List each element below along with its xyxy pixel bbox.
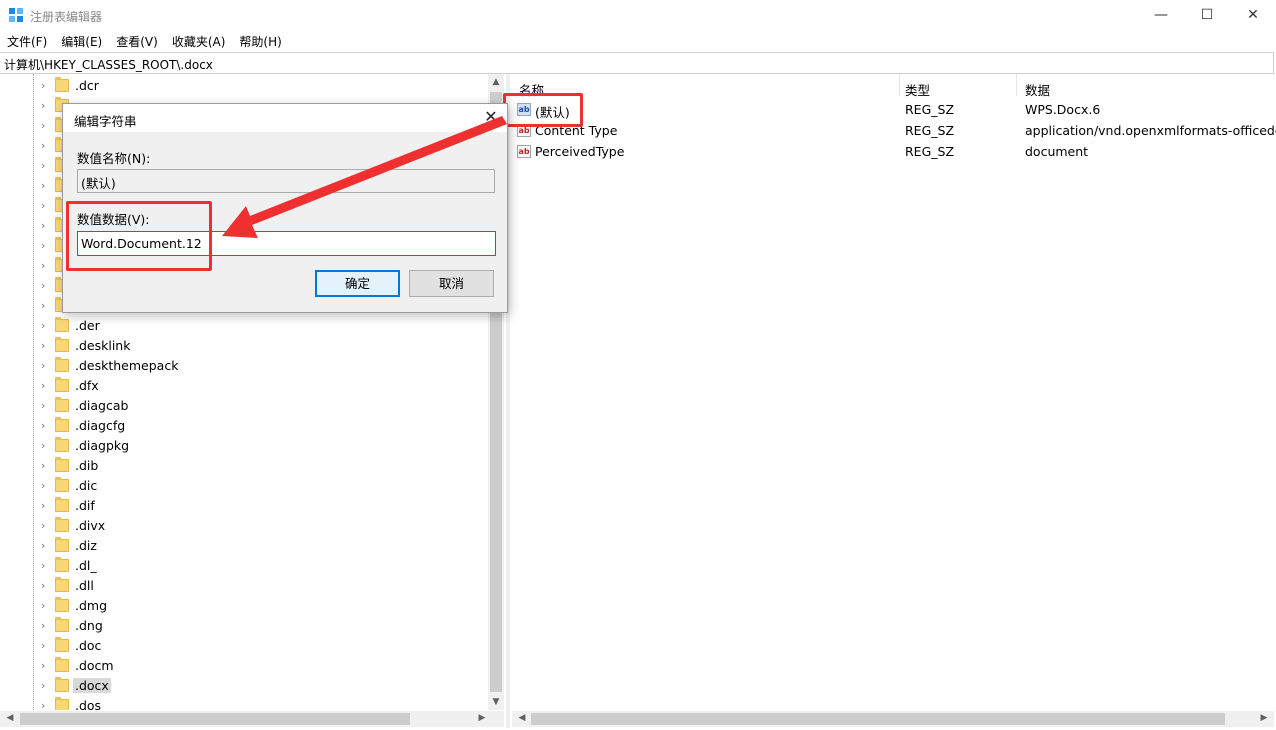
annotation-arrow-icon: [222, 116, 507, 238]
